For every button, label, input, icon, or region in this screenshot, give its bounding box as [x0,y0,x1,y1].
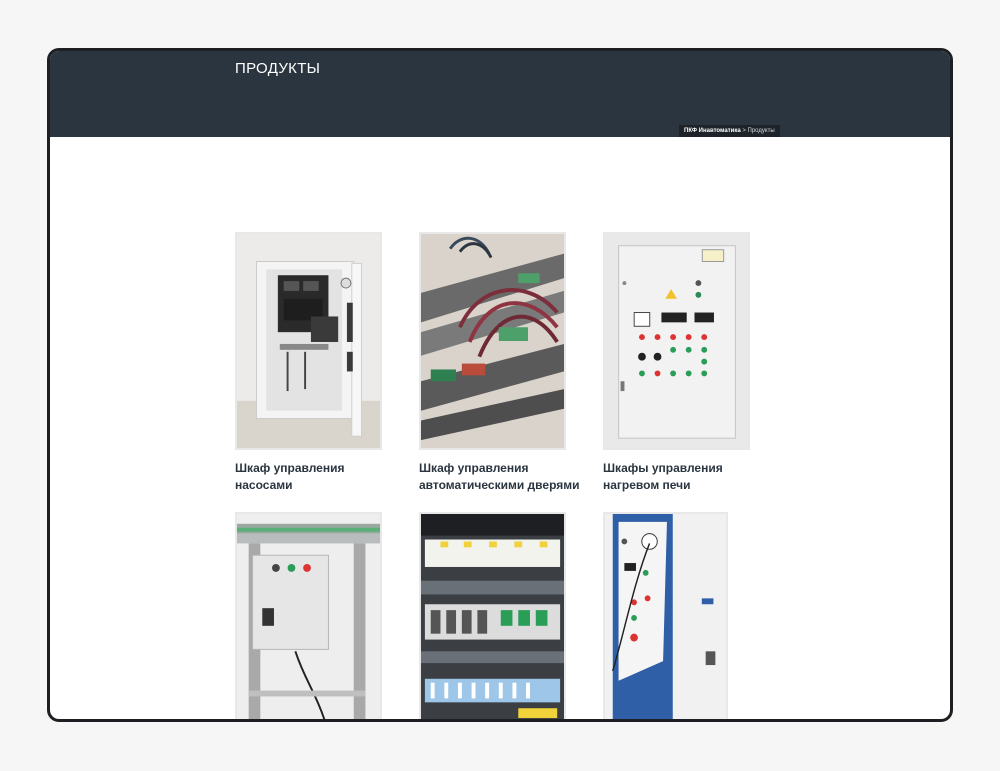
product-title-doors-cabinet[interactable]: Шкаф управления автоматическими дверями [419,460,589,494]
product-image-pump-cabinet[interactable] [235,232,382,450]
product-image-doors-cabinet[interactable] [419,232,566,450]
product-image-conveyor-box[interactable] [235,512,382,719]
breadcrumb: ПКФ Инавтоматика > Продукты [679,125,780,137]
product-image-tanner-stand[interactable] [603,512,728,719]
breadcrumb-current: Продукты [747,128,775,134]
product-image-furnace-cabinet[interactable] [603,232,750,450]
breadcrumb-home-link[interactable]: ПКФ Инавтоматика [684,128,741,134]
breadcrumb-separator: > [740,128,748,134]
page-title: ПРОДУКТЫ [235,60,321,77]
page-header: ПРОДУКТЫ ПКФ Инавтоматика > Продукты [50,51,950,137]
browser-frame: ПРОДУКТЫ ПКФ Инавтоматика > Продукты Шка… [47,48,953,722]
product-image-electrical-panel[interactable] [419,512,566,719]
product-title-furnace-cabinet[interactable]: Шкафы управления нагревом печи [603,460,773,494]
product-title-pump-cabinet[interactable]: Шкаф управления насосами [235,460,405,494]
